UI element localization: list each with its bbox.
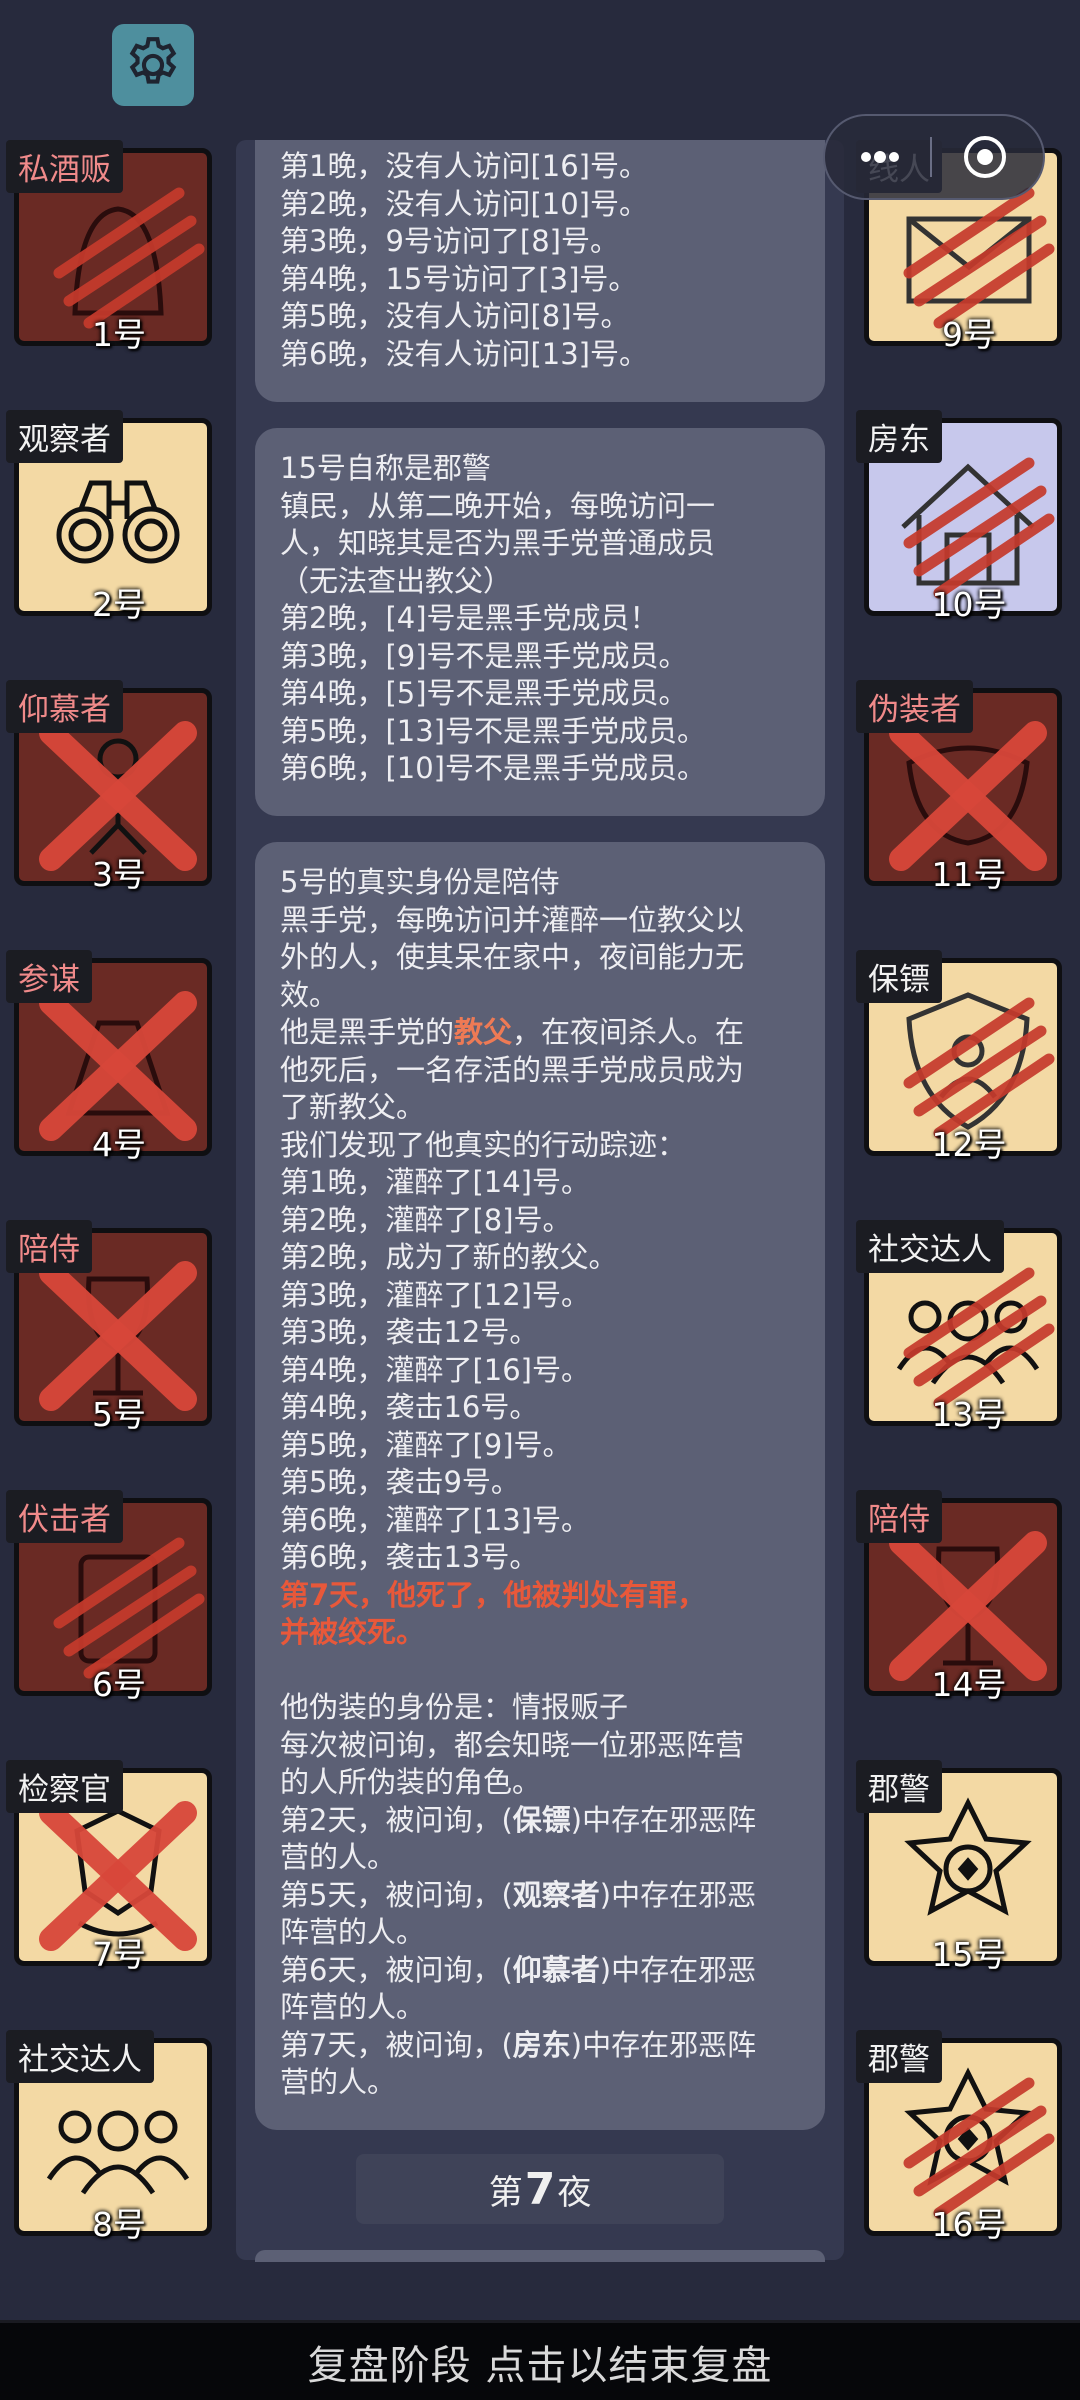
player-card-16[interactable]: 郡警 16号: [856, 2030, 1062, 2244]
log-entry-player5-reveal: 5号的真实身份是陪侍 黑手党，每晚访问并灌醉一位教父以 外的人，使其呆在家中，夜…: [255, 842, 825, 2130]
sheriff-star-icon: [904, 1797, 1032, 1916]
player-number-label: 8号: [92, 2205, 146, 2244]
gear-icon: [129, 37, 177, 84]
player-role-label: 伏击者: [6, 1490, 123, 1543]
log-entry-visits: 第1晚，没有人访问[16]号。 第2晚，没有人访问[10]号。 第3晚，9号访问…: [255, 140, 825, 402]
player-card-5[interactable]: 陪侍 5号: [6, 1220, 212, 1434]
record-circle-icon[interactable]: [962, 134, 1008, 180]
player-role-label: 郡警: [856, 1760, 942, 1813]
player-number-label: 12号: [931, 1125, 1007, 1164]
player-number-label: 7号: [92, 1935, 146, 1974]
player-card-1[interactable]: 私酒贩 1号: [6, 140, 212, 354]
player-card-7[interactable]: 检察官 7号: [6, 1760, 212, 1974]
claw-mark-icon: [903, 457, 1055, 599]
player-role-label: 郡警: [856, 2030, 942, 2083]
player-number-label: 1号: [92, 315, 146, 354]
player-number-label: 13号: [931, 1395, 1007, 1434]
capsule-divider: [930, 137, 932, 177]
player-number-label: 3号: [92, 855, 146, 894]
binoculars-icon: [56, 480, 180, 564]
player-number-label: 16号: [931, 2205, 1007, 2244]
player-card-15[interactable]: 郡警 15号: [856, 1760, 1062, 1974]
player-card-2[interactable]: 观察者 2号: [6, 410, 212, 624]
claw-mark-icon: [903, 2077, 1055, 2219]
settings-button[interactable]: [112, 24, 194, 106]
next-log-entry: [255, 2250, 825, 2262]
player-number-label: 14号: [931, 1665, 1007, 1704]
player-number-label: 5号: [92, 1395, 146, 1434]
player-number-label: 2号: [92, 585, 146, 624]
cross-mark-icon: [39, 721, 197, 871]
cross-mark-icon: [39, 1801, 197, 1951]
player-role-label: 伪装者: [856, 680, 973, 733]
player-role-label: 社交达人: [6, 2030, 154, 2083]
player-role-label: 保镖: [856, 950, 942, 1003]
player-card-11[interactable]: 伪装者 11号: [856, 680, 1062, 894]
player-role-label: 私酒贩: [6, 140, 123, 193]
cross-mark-icon: [889, 721, 1047, 871]
more-dots-icon[interactable]: [860, 150, 900, 164]
player-role-label: 检察官: [6, 1760, 123, 1813]
player-card-14[interactable]: 陪侍 14号: [856, 1490, 1062, 1704]
log-entry-sheriff-claim: 15号自称是郡警 镇民，从第二晚开始，每晚访问一 人，知晓其是否为黑手党普通成员…: [255, 428, 825, 816]
night-7-button[interactable]: 第7夜: [356, 2154, 724, 2224]
group-people-icon: [46, 2110, 190, 2195]
player-role-label: 陪侍: [856, 1490, 942, 1543]
player-number-label: 4号: [92, 1125, 146, 1164]
player-card-10[interactable]: 房东 10号: [856, 410, 1062, 624]
player-number-label: 15号: [931, 1935, 1007, 1974]
player-role-label: 陪侍: [6, 1220, 92, 1273]
player-role-label: 参谋: [6, 950, 92, 1003]
player-card-8[interactable]: 社交达人 8号: [6, 2030, 212, 2244]
player-role-label: 房东: [856, 410, 942, 463]
player-role-label: 观察者: [6, 410, 123, 463]
player-card-4[interactable]: 参谋 4号: [6, 950, 212, 1164]
player-number-label: 10号: [931, 585, 1007, 624]
player-number-label: 11号: [931, 855, 1007, 894]
player-number-label: 6号: [92, 1665, 146, 1704]
end-review-bar[interactable]: 复盘阶段 点击以结束复盘: [0, 2320, 1080, 2400]
capsule-menu[interactable]: [823, 114, 1045, 200]
player-card-12[interactable]: 保镖 12号: [856, 950, 1062, 1164]
player-role-label: 社交达人: [856, 1220, 1004, 1273]
player-card-6[interactable]: 伏击者 6号: [6, 1490, 212, 1704]
player-number-label: 9号: [942, 315, 996, 354]
player-card-3[interactable]: 仰慕者 3号: [6, 680, 212, 894]
player-card-13[interactable]: 社交达人 13号: [856, 1220, 1062, 1434]
player-role-label: 仰慕者: [6, 680, 123, 733]
claw-mark-icon: [903, 1267, 1055, 1409]
